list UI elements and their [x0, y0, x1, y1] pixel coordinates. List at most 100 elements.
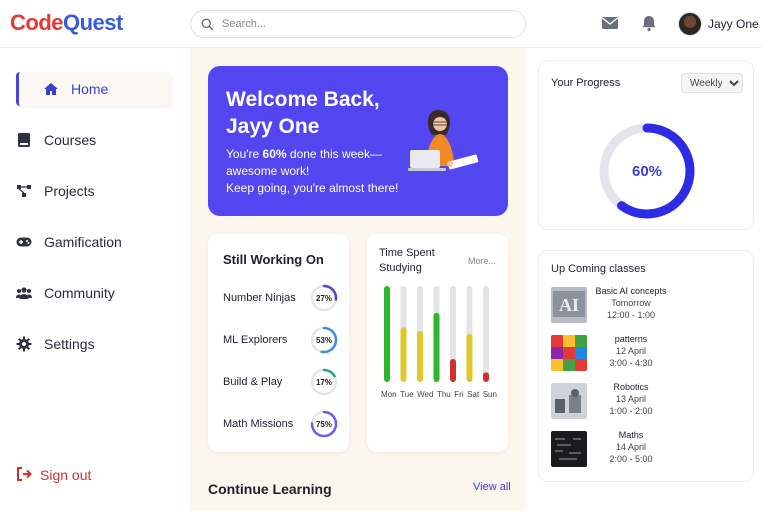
logo-text-code: Code [10, 10, 64, 35]
your-progress-card: Your Progress Weekly 60% [538, 60, 754, 230]
course-progress-ring: 53% [310, 326, 338, 354]
search-icon [201, 18, 214, 30]
class-time: 3:00 - 4:30 [609, 358, 653, 368]
day-label: Thu [436, 390, 451, 399]
course-progress-percent: 75% [315, 419, 332, 429]
view-all-link[interactable]: View all [473, 481, 511, 493]
top-bar: CodeQuest Jayy One [0, 0, 762, 48]
welcome-line1-pre: You're [226, 147, 263, 161]
ai-thumbnail: AI [551, 287, 587, 323]
class-date: 13 April [615, 394, 647, 404]
course-progress-percent: 17% [315, 377, 332, 387]
course-name: Number Ninjas [223, 292, 296, 304]
sidebar-item-settings[interactable]: Settings [16, 327, 172, 361]
users-icon [16, 285, 32, 301]
bar-thu [433, 312, 440, 382]
class-info: patterns 12 April 3:00 - 4:30 [591, 333, 671, 369]
your-progress-title: Your Progress [551, 77, 621, 89]
class-name: Maths [618, 430, 644, 440]
class-time: 2:00 - 5:00 [609, 454, 653, 464]
day-labels: Mon Tue Wed Thu Fri Sat Sun [381, 390, 497, 399]
codequest-logo[interactable]: CodeQuest [10, 10, 123, 36]
bar-track [483, 286, 489, 382]
class-item[interactable]: Robotics 13 April 1:00 - 2:00 [551, 381, 741, 421]
continue-learning-title: Continue Learning [208, 481, 332, 497]
bell-icon[interactable] [640, 14, 658, 32]
user-avatar[interactable] [678, 12, 702, 36]
robotics-thumbnail [551, 383, 587, 419]
bar-mon [384, 286, 390, 382]
welcome-percent: 60% [262, 147, 287, 161]
bar-wed [417, 331, 423, 382]
more-link[interactable]: More... [468, 256, 496, 266]
sidebar-item-community[interactable]: Community [16, 276, 172, 310]
upcoming-classes-card: Up Coming classes AI Basic AI concepts T… [538, 250, 754, 482]
class-date: 14 April [615, 442, 647, 452]
welcome-message: You're 60% done this week—awesome work! K… [226, 146, 416, 197]
course-progress-item[interactable]: Build & Play 17% [223, 367, 338, 397]
user-name[interactable]: Jayy One [708, 17, 759, 31]
sidebar-item-projects[interactable]: Projects [16, 174, 172, 208]
class-item[interactable]: patterns 12 April 3:00 - 4:30 [551, 333, 741, 373]
course-progress-item[interactable]: Math Missions 75% [223, 409, 338, 439]
bar-fri [450, 358, 456, 382]
day-label: Wed [417, 390, 434, 399]
class-item[interactable]: Maths 14 April 2:00 - 5:00 [551, 429, 741, 469]
bar-sat [466, 334, 473, 382]
course-progress-ring: 75% [310, 410, 338, 438]
course-progress-item[interactable]: Number Ninjas 27% [223, 283, 338, 313]
class-name: patterns [614, 334, 648, 344]
course-progress-ring: 17% [310, 368, 338, 396]
class-name: Basic AI concepts [595, 286, 667, 296]
time-spent-card: Time Spent Studying More... Mon Tue Wed … [367, 234, 508, 452]
sidebar-item-label: Home [71, 81, 109, 97]
day-label: Fri [454, 390, 464, 399]
course-progress-percent: 27% [315, 293, 332, 303]
gear-icon [16, 336, 32, 352]
class-time: 12:00 - 1:00 [606, 310, 656, 320]
class-date: 12 April [615, 346, 647, 356]
course-name: Build & Play [223, 376, 283, 388]
sidebar-item-courses[interactable]: Courses [16, 123, 172, 157]
still-working-on-title: Still Working On [223, 252, 324, 267]
class-info: Maths 14 April 2:00 - 5:00 [591, 429, 671, 465]
sidebar-item-gamification[interactable]: Gamification [16, 225, 172, 259]
main-content: Welcome Back, Jayy One You're 60% done t… [190, 48, 526, 511]
home-icon [43, 81, 59, 97]
class-item[interactable]: AI Basic AI concepts Tomorrow 12:00 - 1:… [551, 285, 741, 325]
course-name: ML Explorers [223, 334, 288, 346]
class-time: 1:00 - 2:00 [609, 406, 653, 416]
sidebar-item-label: Settings [44, 336, 95, 352]
welcome-banner: Welcome Back, Jayy One You're 60% done t… [208, 66, 508, 216]
bar-tue [400, 327, 407, 382]
course-progress-item[interactable]: ML Explorers 53% [223, 325, 338, 355]
course-progress-ring: 27% [310, 284, 338, 312]
sidebar: Home Courses Projects Gamification Commu… [0, 48, 190, 511]
sidebar-item-home[interactable]: Home [16, 72, 172, 106]
right-panel: Your Progress Weekly 60% Up Coming class… [526, 48, 762, 511]
welcome-line2: Keep going, you're almost there! [226, 181, 399, 195]
sidebar-item-label: Community [44, 285, 115, 301]
sidebar-item-label: Courses [44, 132, 97, 148]
sign-out-label: Sign out [40, 467, 92, 483]
welcome-title: Welcome Back, Jayy One [226, 88, 380, 138]
day-label: Sun [482, 390, 497, 399]
day-label: Tue [400, 390, 414, 399]
period-select[interactable]: Weekly [681, 73, 743, 93]
search-input[interactable] [222, 18, 502, 30]
bar-sun [483, 372, 489, 382]
search-box[interactable] [190, 10, 526, 38]
sign-out-button[interactable]: Sign out [16, 467, 91, 483]
class-info: Basic AI concepts Tomorrow 12:00 - 1:00 [591, 285, 671, 321]
class-date: Tomorrow [611, 298, 651, 308]
day-label: Mon [381, 390, 397, 399]
gamepad-icon [16, 234, 32, 250]
patterns-thumbnail [551, 335, 587, 371]
study-time-bars [384, 286, 489, 382]
sign-out-icon [16, 467, 32, 483]
class-name: Robotics [613, 382, 649, 392]
book-icon [16, 132, 32, 148]
sidebar-item-label: Projects [44, 183, 95, 199]
class-info: Robotics 13 April 1:00 - 2:00 [591, 381, 671, 417]
mail-icon[interactable] [601, 14, 619, 32]
